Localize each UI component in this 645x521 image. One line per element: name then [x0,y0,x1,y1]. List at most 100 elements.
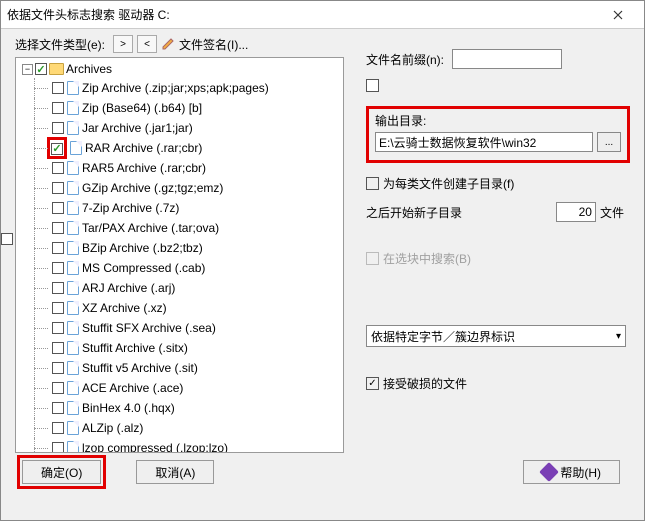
item-checkbox[interactable] [52,222,64,234]
tree-root[interactable]: − Archives [18,60,341,78]
chevron-down-icon: ▾ [616,331,621,342]
filetype-tree[interactable]: − Archives Zip Archive (.zip;jar;xps;apk… [15,57,344,453]
item-checkbox[interactable] [52,162,64,174]
prev-button[interactable]: > [113,35,133,53]
search-in-sel-checkbox [366,252,379,265]
boundary-combo[interactable]: 依据特定字节／簇边界标识 ▾ [366,325,626,347]
subdir-check-row: 为每类文件创建子目录(f) [366,175,630,192]
help-label: 帮助(H) [560,464,601,481]
ok-highlight: 确定(O) [17,455,106,489]
prefix-input[interactable] [452,49,562,69]
tree-item[interactable]: 7-Zip Archive (.7z) [18,198,341,218]
tree-item[interactable]: Stuffit SFX Archive (.sea) [18,318,341,338]
item-checkbox[interactable] [52,102,64,114]
item-label: Zip (Base64) (.b64) [b] [82,101,202,115]
tree-item[interactable]: MS Compressed (.cab) [18,258,341,278]
file-signature-link[interactable]: 文件签名(I)... [179,36,248,53]
tree-item[interactable]: XZ Archive (.xz) [18,298,341,318]
tree-item[interactable]: Zip (Base64) (.b64) [b] [18,98,341,118]
item-checkbox[interactable] [52,422,64,434]
tree-item[interactable]: Jar Archive (.jar1;jar) [18,118,341,138]
file-icon [67,341,79,355]
subdir-checkbox[interactable] [366,177,379,190]
side-checkbox[interactable] [1,233,13,245]
help-icon [539,462,559,482]
cancel-button[interactable]: 取消(A) [136,460,214,484]
item-checkbox[interactable] [51,143,63,155]
item-checkbox[interactable] [52,242,64,254]
tree-item[interactable]: Stuffit v5 Archive (.sit) [18,358,341,378]
tree-item[interactable]: BZip Archive (.bz2;tbz) [18,238,341,258]
tree-item[interactable]: lzop compressed (.lzop;lzo) [18,438,341,453]
upper-row: 选择文件类型(e): > < 文件签名(I)... − Archives [3,33,634,453]
file-icon [67,441,79,453]
subdir-unit-label: 文件 [600,204,624,221]
accept-damaged-checkbox[interactable] [366,377,379,390]
subdir-count-input[interactable] [556,202,596,222]
item-checkbox[interactable] [52,442,64,453]
window-title: 依据文件头标志搜索 驱动器 C: [7,6,598,23]
item-checkbox[interactable] [52,262,64,274]
item-label: Stuffit SFX Archive (.sea) [82,321,216,335]
expander-icon[interactable]: − [22,64,33,75]
ok-button[interactable]: 确定(O) [22,460,101,484]
tree-item[interactable]: Stuffit Archive (.sitx) [18,338,341,358]
tree-item[interactable]: ARJ Archive (.arj) [18,278,341,298]
file-icon [67,261,79,275]
item-checkbox[interactable] [52,342,64,354]
item-label: ACE Archive (.ace) [82,381,183,395]
tree-item[interactable]: Zip Archive (.zip;jar;xps;apk;pages) [18,78,341,98]
tree-item[interactable]: BinHex 4.0 (.hqx) [18,398,341,418]
item-checkbox[interactable] [52,182,64,194]
pencil-icon [161,37,175,51]
tree-item[interactable]: RAR5 Archive (.rar;cbr) [18,158,341,178]
tree-item[interactable]: GZip Archive (.gz;tgz;emz) [18,178,341,198]
file-icon [67,281,79,295]
file-icon [67,301,79,315]
item-label: BinHex 4.0 (.hqx) [82,401,175,415]
browse-button[interactable]: ... [597,132,621,152]
next-button[interactable]: < [137,35,157,53]
tree-item[interactable]: Tar/PAX Archive (.tar;ova) [18,218,341,238]
help-button[interactable]: 帮助(H) [523,460,620,484]
item-label: lzop compressed (.lzop;lzo) [82,441,228,453]
item-checkbox[interactable] [52,282,64,294]
item-checkbox[interactable] [52,202,64,214]
file-icon [67,201,79,215]
item-label: Tar/PAX Archive (.tar;ova) [82,221,219,235]
toolbar: 选择文件类型(e): > < 文件签名(I)... [15,33,344,55]
file-icon [70,141,82,155]
tree-item[interactable]: RAR Archive (.rar;cbr) [18,138,341,158]
close-button[interactable] [598,2,638,28]
item-label: BZip Archive (.bz2;tbz) [82,241,203,255]
item-label: Jar Archive (.jar1;jar) [82,121,193,135]
item-checkbox[interactable] [52,402,64,414]
item-checkbox[interactable] [52,382,64,394]
left-column: 选择文件类型(e): > < 文件签名(I)... − Archives [3,33,344,453]
item-label: ALZip (.alz) [82,421,143,435]
item-label: Stuffit Archive (.sitx) [82,341,188,355]
folder-icon [49,63,64,75]
combo-value: 依据特定字节／簇边界标识 [371,328,515,345]
prefix-row: 文件名前缀(n): [366,49,630,69]
item-label: 7-Zip Archive (.7z) [82,201,179,215]
search-in-sel-row: 在选块中搜索(B) [366,250,630,267]
item-checkbox[interactable] [52,122,64,134]
unlabeled-checkbox[interactable] [366,79,379,92]
file-icon [67,101,79,115]
item-label: GZip Archive (.gz;tgz;emz) [82,181,223,195]
tree-item[interactable]: ALZip (.alz) [18,418,341,438]
item-checkbox[interactable] [52,82,64,94]
item-label: Zip Archive (.zip;jar;xps;apk;pages) [82,81,269,95]
item-checkbox[interactable] [52,362,64,374]
content-area: 选择文件类型(e): > < 文件签名(I)... − Archives [1,29,644,520]
filetype-label: 选择文件类型(e): [15,36,105,53]
tree-item[interactable]: ACE Archive (.ace) [18,378,341,398]
output-dir-input[interactable] [375,132,593,152]
root-checkbox[interactable] [35,63,47,75]
prefix-label: 文件名前缀(n): [366,51,444,68]
item-label: ARJ Archive (.arj) [82,281,175,295]
file-icon [67,121,79,135]
item-checkbox[interactable] [52,302,64,314]
item-checkbox[interactable] [52,322,64,334]
